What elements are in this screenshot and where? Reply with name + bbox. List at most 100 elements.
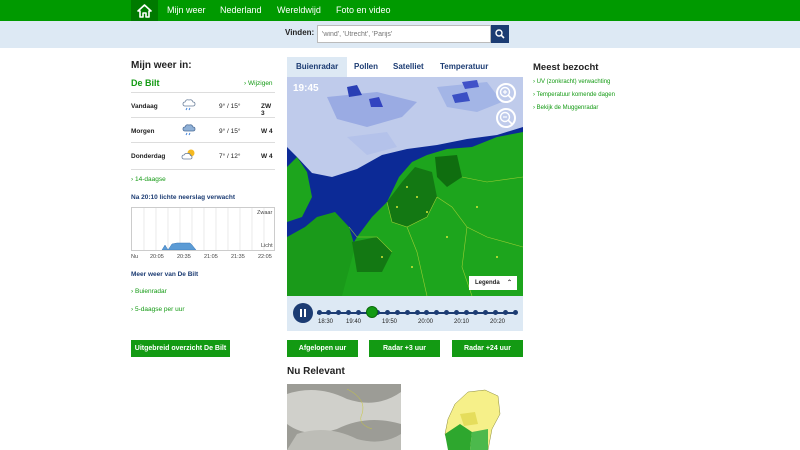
legend-button[interactable]: Legenda ⌃ — [469, 276, 517, 290]
timeline-label: 18:30 — [318, 319, 334, 325]
timeline-step[interactable] — [443, 310, 449, 315]
nav-item-nederland[interactable]: Nederland — [220, 0, 262, 21]
home-icon — [137, 3, 152, 18]
tab-temperatuur[interactable]: Temperatuur — [440, 57, 488, 77]
rain-graph-plot — [143, 208, 265, 251]
timeline-step[interactable] — [453, 310, 459, 315]
radar-24-hours-button[interactable]: Radar +24 uur — [452, 340, 523, 357]
timeline-step[interactable] — [414, 310, 420, 315]
timeline-step[interactable] — [316, 310, 322, 315]
timeline-step[interactable] — [345, 310, 351, 315]
forecast-temp: 9° / 15° — [219, 128, 241, 135]
my-weather-title: Mijn weer in: — [131, 60, 192, 71]
relevant-title: Nu Relevant — [287, 366, 345, 377]
timeline-label: 20:00 — [418, 319, 434, 325]
most-visited-link-label: Bekijk de Muggenradar — [536, 105, 599, 111]
cloud-rain-icon — [182, 124, 196, 136]
radar-3-hours-button[interactable]: Radar +3 uur — [369, 340, 440, 357]
link-14-daagse-label: 14-daagse — [134, 176, 166, 183]
link-buienradar[interactable]: › Buienradar — [131, 288, 167, 295]
timeline-step[interactable] — [385, 310, 391, 315]
graph-time: Nu — [131, 254, 139, 260]
timeline-handle[interactable] — [365, 306, 378, 318]
graph-label-light: Licht — [261, 243, 273, 249]
rain-notice: Na 20:10 lichte neerslag verwacht — [131, 194, 236, 201]
forecast-day: Donderdag — [131, 153, 166, 160]
radar-map-image — [287, 77, 523, 296]
forecast-row[interactable]: Vandaag 9° / 15° ZW 3 — [131, 92, 275, 120]
satellite-image — [287, 384, 401, 450]
most-visited-link[interactable]: › Bekijk de Muggenradar — [533, 105, 598, 111]
timeline-step[interactable] — [336, 310, 342, 315]
cloud-rain-icon — [182, 99, 196, 111]
search-input[interactable] — [317, 25, 491, 43]
radar-timeline: 18:30 19:40 19:50 20:00 20:10 20:20 — [287, 296, 523, 331]
zoom-in-icon — [499, 86, 513, 100]
graph-time: 22:05 — [258, 254, 272, 260]
timeline-label: 20:10 — [454, 319, 470, 325]
tab-satelliet[interactable]: Satelliet — [393, 57, 424, 77]
forecast-row[interactable]: Morgen 9° / 15° W 4 — [131, 117, 275, 145]
nav-item-mijn-weer[interactable]: Mijn weer — [167, 0, 206, 21]
timeline-label: 19:50 — [382, 319, 398, 325]
graph-time: 20:05 — [150, 254, 164, 260]
search-bar: Vinden: — [0, 21, 800, 48]
timeline-step[interactable] — [483, 310, 489, 315]
tab-pollen[interactable]: Pollen — [354, 57, 378, 77]
forecast-wind: W 4 — [261, 153, 273, 160]
pause-button[interactable] — [293, 303, 313, 323]
more-weather-title: Meer weer van De Bilt — [131, 271, 199, 278]
link-5-daagse-label: 5-daagse per uur — [134, 306, 185, 313]
nav-item-wereldwijd[interactable]: Wereldwijd — [277, 0, 321, 21]
graph-time: 21:05 — [204, 254, 218, 260]
location-name: De Bilt — [131, 78, 160, 88]
search-button[interactable] — [491, 25, 509, 43]
tab-buienradar[interactable]: Buienradar — [287, 57, 348, 77]
timeline-step[interactable] — [512, 310, 518, 315]
relevant-warning-map-thumbnail[interactable] — [420, 384, 520, 450]
timeline-step[interactable] — [492, 310, 498, 315]
timeline-step[interactable] — [404, 310, 410, 315]
timeline-step[interactable] — [463, 310, 469, 315]
search-label: Vinden: — [285, 28, 315, 37]
overview-button[interactable]: Uitgebreid overzicht De Bilt — [131, 340, 230, 357]
most-visited-link[interactable]: › Temperatuur komende dagen — [533, 92, 615, 98]
timeline-step[interactable] — [326, 310, 332, 315]
timeline-step[interactable] — [473, 310, 479, 315]
graph-time: 21:35 — [231, 254, 245, 260]
radar-map[interactable]: 19:45 Legenda ⌃ — [287, 77, 523, 296]
link-5-daagse[interactable]: › 5-daagse per uur — [131, 306, 185, 313]
legend-label: Legenda — [475, 280, 500, 286]
forecast-row[interactable]: Donderdag 7° / 12° W 4 — [131, 142, 275, 170]
timeline-label: 20:20 — [490, 319, 506, 325]
sun-cloud-icon — [181, 149, 195, 160]
forecast-day: Morgen — [131, 128, 155, 135]
rain-graph — [131, 207, 275, 251]
past-hour-button[interactable]: Afgelopen uur — [287, 340, 358, 357]
graph-time: 20:35 — [177, 254, 191, 260]
relevant-satellite-thumbnail[interactable] — [287, 384, 401, 450]
most-visited-link[interactable]: › UV (zonkracht) verwachting — [533, 79, 610, 85]
link-buienradar-label: Buienradar — [134, 288, 167, 295]
timeline-step[interactable] — [394, 310, 400, 315]
change-location-link[interactable]: › Wijzigen — [244, 80, 273, 87]
link-14-daagse[interactable]: › 14-daagse — [131, 176, 166, 183]
most-visited-link-label: Temperatuur komende dagen — [536, 92, 615, 98]
nav-item-foto-en-video[interactable]: Foto en video — [336, 0, 391, 21]
top-navigation: Mijn weer Nederland Wereldwijd Foto en v… — [0, 0, 800, 21]
home-button[interactable] — [131, 0, 158, 21]
timeline-step[interactable] — [424, 310, 430, 315]
radar-tabs: Buienradar Pollen Satelliet Temperatuur — [287, 57, 523, 77]
timeline-step[interactable] — [434, 310, 440, 315]
zoom-out-button[interactable] — [496, 108, 516, 128]
search-icon — [495, 29, 505, 39]
timeline-step[interactable] — [502, 310, 508, 315]
zoom-out-icon — [499, 111, 513, 125]
most-visited-title: Meest bezocht — [533, 62, 599, 73]
zoom-in-button[interactable] — [496, 83, 516, 103]
timeline-label: 19:40 — [346, 319, 362, 325]
radar-time: 19:45 — [293, 83, 319, 94]
warning-map-image — [420, 384, 520, 450]
timeline-step[interactable] — [355, 310, 361, 315]
forecast-day: Vandaag — [131, 103, 158, 110]
